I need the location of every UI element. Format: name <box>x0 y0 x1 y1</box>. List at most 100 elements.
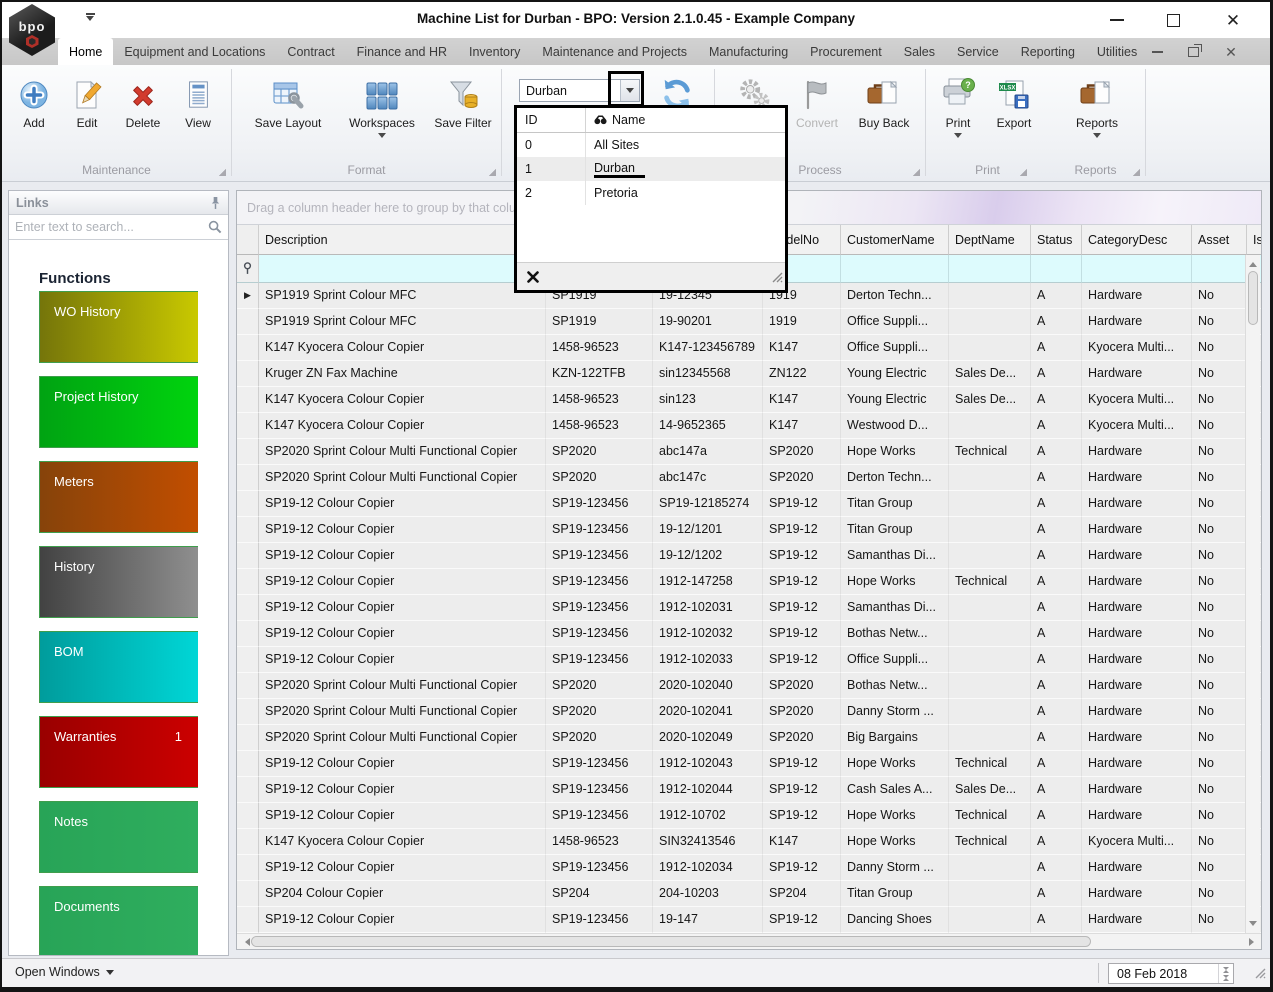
cell-serialno[interactable]: 204-10203 <box>653 881 763 907</box>
machine-row[interactable]: SP19-12 Colour Copier SP19-123456 SP19-1… <box>237 491 1261 517</box>
add-button[interactable]: Add <box>10 73 58 157</box>
cell-asset[interactable]: No <box>1192 777 1247 803</box>
cell-description[interactable]: SP2020 Sprint Colour Multi Functional Co… <box>259 673 546 699</box>
cell-customername[interactable]: Hope Works <box>841 439 949 465</box>
ribbon-tab[interactable]: Manufacturing <box>698 38 799 65</box>
cell-deptname[interactable]: Sales De... <box>949 361 1031 387</box>
cell-status[interactable]: A <box>1031 881 1082 907</box>
machine-row[interactable]: SP19-12 Colour Copier SP19-123456 1912-1… <box>237 777 1261 803</box>
cell-customername[interactable]: Office Suppli... <box>841 647 949 673</box>
cell-asset[interactable]: No <box>1192 699 1247 725</box>
cell-asset[interactable]: No <box>1192 491 1247 517</box>
cell-description[interactable]: SP19-12 Colour Copier <box>259 647 546 673</box>
view-button[interactable]: View <box>174 73 222 157</box>
cell-serialno[interactable]: 2020-102041 <box>653 699 763 725</box>
machine-row[interactable]: SP19-12 Colour Copier SP19-123456 1912-1… <box>237 647 1261 673</box>
delete-button[interactable]: Delete <box>116 73 170 157</box>
cell-status[interactable]: A <box>1031 699 1082 725</box>
cell-description[interactable]: SP204 Colour Copier <box>259 881 546 907</box>
cell-customername[interactable]: Office Suppli... <box>841 335 949 361</box>
site-option-row[interactable]: 0 All Sites <box>517 133 785 157</box>
cell-categorydesc[interactable]: Hardware <box>1082 543 1192 569</box>
cell-modelno[interactable]: K147 <box>763 335 841 361</box>
cell-categorydesc[interactable]: Hardware <box>1082 647 1192 673</box>
ribbon-tab[interactable]: Sales <box>893 38 946 65</box>
machine-row[interactable]: K147 Kyocera Colour Copier 1458-96523 si… <box>237 387 1261 413</box>
cell-status[interactable]: A <box>1031 595 1082 621</box>
filter-cell[interactable] <box>259 255 546 283</box>
cell-serialno[interactable]: abc147c <box>653 465 763 491</box>
cell-modelno[interactable]: SP19-12 <box>763 751 841 777</box>
cell-partno[interactable]: SP19-123456 <box>546 777 653 803</box>
cell-description[interactable]: K147 Kyocera Colour Copier <box>259 387 546 413</box>
cell-description[interactable]: K147 Kyocera Colour Copier <box>259 335 546 361</box>
cell-asset[interactable]: No <box>1192 829 1247 855</box>
cell-modelno[interactable]: SP19-12 <box>763 569 841 595</box>
scroll-up-button[interactable] <box>1246 255 1260 270</box>
close-button[interactable]: ✕ <box>1218 10 1248 30</box>
cell-partno[interactable]: SP19-123456 <box>546 543 653 569</box>
cell-partno[interactable]: SP2020 <box>546 465 653 491</box>
cell-deptname[interactable]: Sales De... <box>949 777 1031 803</box>
cell-status[interactable]: A <box>1031 673 1082 699</box>
vertical-scroll-thumb[interactable] <box>1248 271 1258 325</box>
mdi-restore-button[interactable] <box>1180 38 1206 65</box>
cell-categorydesc[interactable]: Hardware <box>1082 309 1192 335</box>
cell-customername[interactable]: Titan Group <box>841 517 949 543</box>
cell-deptname[interactable]: Technical <box>949 751 1031 777</box>
ribbon-tab[interactable]: Utilities <box>1086 38 1148 65</box>
cell-modelno[interactable]: SP19-12 <box>763 517 841 543</box>
cell-asset[interactable]: No <box>1192 309 1247 335</box>
function-button[interactable]: WO History <box>39 291 198 363</box>
cell-asset[interactable]: No <box>1192 881 1247 907</box>
cell-serialno[interactable]: SIN32413546 <box>653 829 763 855</box>
cell-categorydesc[interactable]: Hardware <box>1082 361 1192 387</box>
cell-categorydesc[interactable]: Hardware <box>1082 855 1192 881</box>
column-header-categorydesc[interactable]: CategoryDesc <box>1082 225 1192 255</box>
column-header-description[interactable]: Description <box>259 225 546 255</box>
cell-serialno[interactable]: 1912-147258 <box>653 569 763 595</box>
cell-serialno[interactable]: 1912-102034 <box>653 855 763 881</box>
filter-cell[interactable] <box>949 255 1031 283</box>
grid-vertical-scrollbar[interactable] <box>1245 255 1260 933</box>
cell-categorydesc[interactable]: Hardware <box>1082 439 1192 465</box>
column-header-customername[interactable]: CustomerName <box>841 225 949 255</box>
cell-serialno[interactable]: 19-90201 <box>653 309 763 335</box>
cell-serialno[interactable]: 1912-102043 <box>653 751 763 777</box>
cell-deptname[interactable]: Technical <box>949 439 1031 465</box>
cell-status[interactable]: A <box>1031 803 1082 829</box>
save-layout-button[interactable]: Save Layout <box>242 73 334 157</box>
cell-modelno[interactable]: SP2020 <box>763 673 841 699</box>
cell-categorydesc[interactable]: Hardware <box>1082 595 1192 621</box>
window-resize-grip[interactable] <box>1253 966 1266 984</box>
ribbon-tab[interactable]: Equipment and Locations <box>113 38 276 65</box>
cell-serialno[interactable]: 19-12/1201 <box>653 517 763 543</box>
cell-status[interactable]: A <box>1031 907 1082 933</box>
cell-serialno[interactable]: sin12345568 <box>653 361 763 387</box>
cell-asset[interactable]: No <box>1192 283 1247 309</box>
cell-description[interactable]: SP2020 Sprint Colour Multi Functional Co… <box>259 465 546 491</box>
site-combobox-input[interactable] <box>520 80 620 101</box>
cell-customername[interactable]: Derton Techn... <box>841 465 949 491</box>
mdi-close-button[interactable]: ✕ <box>1218 38 1244 65</box>
cell-description[interactable]: SP19-12 Colour Copier <box>259 907 546 933</box>
cell-partno[interactable]: SP2020 <box>546 699 653 725</box>
function-button[interactable]: Documents <box>39 886 198 955</box>
cell-modelno[interactable]: 1919 <box>763 309 841 335</box>
cell-asset[interactable]: No <box>1192 413 1247 439</box>
cell-deptname[interactable]: Sales De... <box>949 387 1031 413</box>
cell-customername[interactable]: Derton Techn... <box>841 283 949 309</box>
machine-row[interactable]: SP19-12 Colour Copier SP19-123456 19-12/… <box>237 517 1261 543</box>
cell-status[interactable]: A <box>1031 777 1082 803</box>
cell-modelno[interactable]: SP19-12 <box>763 621 841 647</box>
function-button[interactable]: Notes <box>39 801 198 873</box>
cell-customername[interactable]: Hope Works <box>841 829 949 855</box>
cell-partno[interactable]: SP1919 <box>546 309 653 335</box>
cell-customername[interactable]: Young Electric <box>841 387 949 413</box>
combobox-dropdown-button[interactable] <box>620 80 639 101</box>
cell-categorydesc[interactable]: Kyocera Multi... <box>1082 335 1192 361</box>
machine-row[interactable]: SP204 Colour Copier SP204 204-10203 SP20… <box>237 881 1261 907</box>
cell-status[interactable]: A <box>1031 361 1082 387</box>
machine-row[interactable]: SP1919 Sprint Colour MFC SP1919 19-90201… <box>237 309 1261 335</box>
cell-asset[interactable]: No <box>1192 621 1247 647</box>
